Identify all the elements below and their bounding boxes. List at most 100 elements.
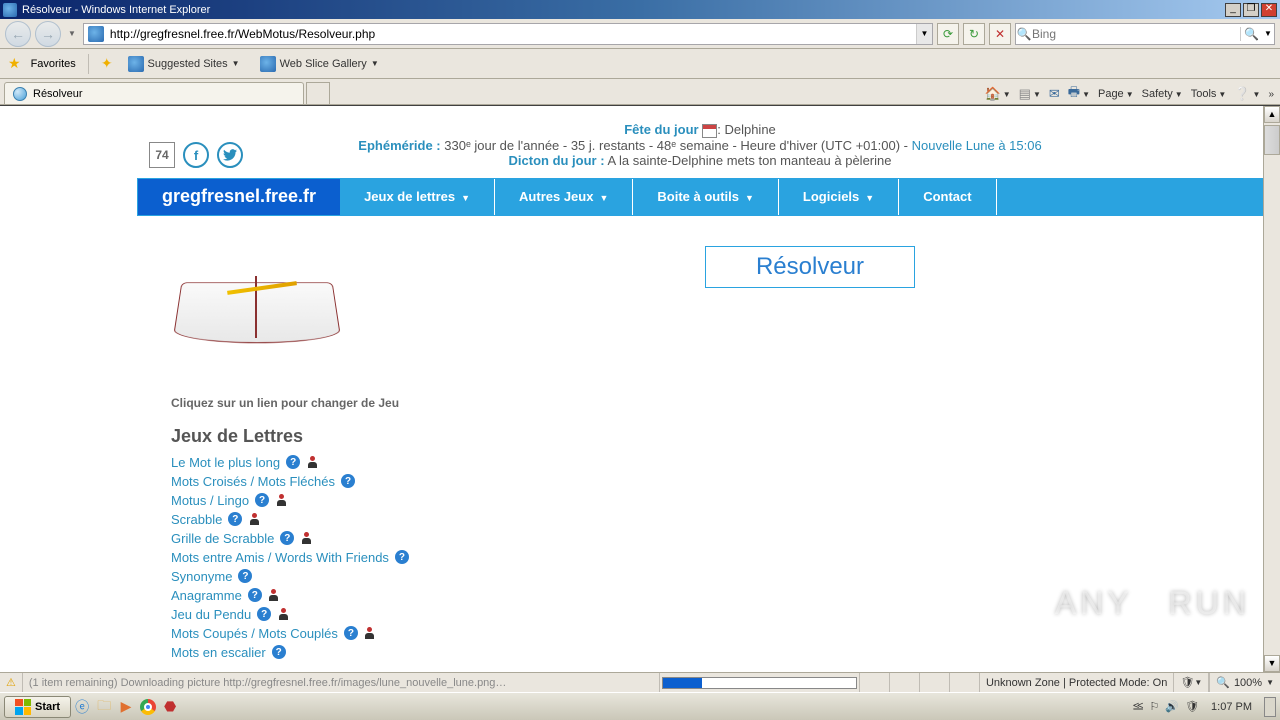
taskbar-ie-icon[interactable]: ⓔ bbox=[71, 696, 93, 718]
back-button[interactable]: ← bbox=[5, 21, 31, 47]
scroll-down-button[interactable]: ▼ bbox=[1264, 655, 1280, 672]
game-link[interactable]: Scrabble bbox=[171, 510, 222, 529]
mail-button[interactable]: ✉ bbox=[1049, 86, 1060, 102]
add-favorite-icon[interactable]: ✦ bbox=[101, 55, 113, 72]
home-button[interactable]: 🏠▼ bbox=[985, 86, 1011, 102]
help-icon[interactable]: ? bbox=[248, 588, 262, 602]
favorites-label[interactable]: Favorites bbox=[31, 58, 76, 70]
help-icon[interactable]: ? bbox=[395, 550, 409, 564]
vertical-scrollbar[interactable]: ▲ ▼ bbox=[1263, 106, 1280, 672]
game-link[interactable]: Mots Croisés / Mots Fléchés bbox=[171, 472, 335, 491]
nav-toolbar: ← → ▼ ▼ ⟳ ↻ ✕ 🔍 🔍 ▼ bbox=[0, 19, 1280, 49]
game-link[interactable]: Mots entre Amis / Words With Friends bbox=[171, 548, 389, 567]
tab-resolveur[interactable]: Résolveur bbox=[4, 82, 304, 104]
game-link[interactable]: Mots Coupés / Mots Couplés bbox=[171, 624, 338, 643]
tray-expand-icon[interactable]: ⪣ bbox=[1133, 700, 1144, 713]
taskbar-shield-icon[interactable]: ⬣ bbox=[159, 696, 181, 718]
new-tab-button[interactable] bbox=[306, 82, 330, 104]
menu-item-0[interactable]: Jeux de lettres▼ bbox=[340, 179, 495, 215]
tab-favicon bbox=[13, 87, 27, 101]
scroll-up-button[interactable]: ▲ bbox=[1264, 106, 1280, 123]
chevron-down-icon: ▼ bbox=[745, 193, 754, 203]
address-bar[interactable]: ▼ bbox=[83, 23, 933, 45]
tray-shield-icon[interactable]: 🛡 bbox=[1185, 700, 1199, 713]
search-input[interactable] bbox=[1032, 27, 1240, 41]
address-input[interactable] bbox=[108, 25, 916, 43]
suggested-sites-link[interactable]: Suggested Sites ▼ bbox=[123, 53, 245, 75]
game-link[interactable]: Synonyme bbox=[171, 567, 232, 586]
web-slice-link[interactable]: Web Slice Gallery ▼ bbox=[255, 53, 384, 75]
social-row: 74 f bbox=[149, 142, 243, 168]
close-button[interactable]: ✕ bbox=[1261, 3, 1277, 17]
game-link[interactable]: Grille de Scrabble bbox=[171, 529, 274, 548]
facebook-icon[interactable]: f bbox=[183, 142, 209, 168]
moon-link[interactable]: Nouvelle Lune à 15:06 bbox=[912, 138, 1042, 153]
taskbar-explorer-icon[interactable]: 🗀 bbox=[93, 696, 115, 718]
menu-item-3[interactable]: Logiciels▼ bbox=[779, 179, 899, 215]
taskbar-chrome-icon[interactable] bbox=[137, 696, 159, 718]
favorites-star-icon[interactable]: ★ bbox=[8, 55, 21, 72]
game-link[interactable]: Mots en escalier bbox=[171, 643, 266, 662]
help-icon[interactable]: ? bbox=[344, 626, 358, 640]
privacy-icon[interactable]: 🛡 bbox=[1180, 676, 1194, 689]
site-logo[interactable]: gregfresnel.free.fr bbox=[138, 179, 340, 215]
menu-label: Boite à outils bbox=[657, 189, 739, 204]
help-button[interactable]: ❔▼ bbox=[1234, 86, 1260, 102]
address-dropdown[interactable]: ▼ bbox=[916, 24, 932, 44]
minimize-button[interactable]: _ bbox=[1225, 3, 1241, 17]
user-icon[interactable] bbox=[268, 589, 280, 601]
taskbar-media-icon[interactable]: ▶ bbox=[115, 696, 137, 718]
counter-badge[interactable]: 74 bbox=[149, 142, 175, 168]
search-go-button[interactable]: 🔍 bbox=[1240, 27, 1262, 41]
ephem-text: 330ᵉ jour de l'année - 35 j. restants - … bbox=[444, 138, 911, 153]
user-icon[interactable] bbox=[306, 456, 318, 468]
help-icon[interactable]: ? bbox=[341, 474, 355, 488]
compat-button[interactable]: ⟳ bbox=[937, 23, 959, 45]
game-link[interactable]: Le Mot le plus long bbox=[171, 453, 280, 472]
expand-button[interactable]: » bbox=[1268, 89, 1274, 100]
twitter-icon[interactable] bbox=[217, 142, 243, 168]
start-label: Start bbox=[35, 701, 60, 713]
help-icon[interactable]: ? bbox=[255, 493, 269, 507]
user-icon[interactable] bbox=[364, 627, 376, 639]
page-menu[interactable]: Page ▼ bbox=[1098, 88, 1134, 100]
zoom-control[interactable]: 🔍100% ▼ bbox=[1209, 673, 1280, 692]
menu-item-4[interactable]: Contact bbox=[899, 179, 996, 215]
stop-button[interactable]: ✕ bbox=[989, 23, 1011, 45]
help-icon[interactable]: ? bbox=[257, 607, 271, 621]
help-icon[interactable]: ? bbox=[228, 512, 242, 526]
forward-button[interactable]: → bbox=[35, 21, 61, 47]
search-box[interactable]: 🔍 🔍 ▼ bbox=[1015, 23, 1275, 45]
dicton-label: Dicton du jour : bbox=[509, 153, 605, 168]
link-list: Le Mot le plus long ? Mots Croisés / Mot… bbox=[171, 453, 1263, 662]
help-icon[interactable]: ? bbox=[272, 645, 286, 659]
clock[interactable]: 1:07 PM bbox=[1205, 701, 1258, 713]
suggested-sites-label: Suggested Sites bbox=[148, 58, 228, 70]
menu-item-2[interactable]: Boite à outils ▼ bbox=[633, 179, 779, 215]
tray-flag-icon[interactable]: ⚐ bbox=[1149, 700, 1159, 713]
feeds-button[interactable]: ▤▼ bbox=[1019, 86, 1041, 102]
user-icon[interactable] bbox=[248, 513, 260, 525]
help-icon[interactable]: ? bbox=[238, 569, 252, 583]
help-icon[interactable]: ? bbox=[286, 455, 300, 469]
user-icon[interactable] bbox=[275, 494, 287, 506]
maximize-button[interactable]: ❐ bbox=[1243, 3, 1259, 17]
game-link[interactable]: Anagramme bbox=[171, 586, 242, 605]
user-icon[interactable] bbox=[300, 532, 312, 544]
show-desktop-button[interactable] bbox=[1264, 697, 1276, 717]
print-button[interactable]: 🖶▼ bbox=[1068, 83, 1090, 105]
help-icon[interactable]: ? bbox=[280, 531, 294, 545]
search-provider-dropdown[interactable]: ▼ bbox=[1262, 29, 1274, 38]
refresh-button[interactable]: ↻ bbox=[963, 23, 985, 45]
safety-menu[interactable]: Safety ▼ bbox=[1142, 88, 1183, 100]
nav-history-dropdown[interactable]: ▼ bbox=[65, 29, 79, 38]
info-block: Fête du jour : Delphine Ephéméride : 330… bbox=[137, 116, 1263, 178]
tools-menu[interactable]: Tools ▼ bbox=[1191, 88, 1227, 100]
start-button[interactable]: Start bbox=[4, 696, 71, 718]
scroll-thumb[interactable] bbox=[1264, 125, 1280, 155]
user-icon[interactable] bbox=[277, 608, 289, 620]
menu-item-1[interactable]: Autres Jeux▼ bbox=[495, 179, 633, 215]
game-link[interactable]: Motus / Lingo bbox=[171, 491, 249, 510]
game-link[interactable]: Jeu du Pendu bbox=[171, 605, 251, 624]
tray-volume-icon[interactable]: 🔊 bbox=[1165, 700, 1179, 713]
